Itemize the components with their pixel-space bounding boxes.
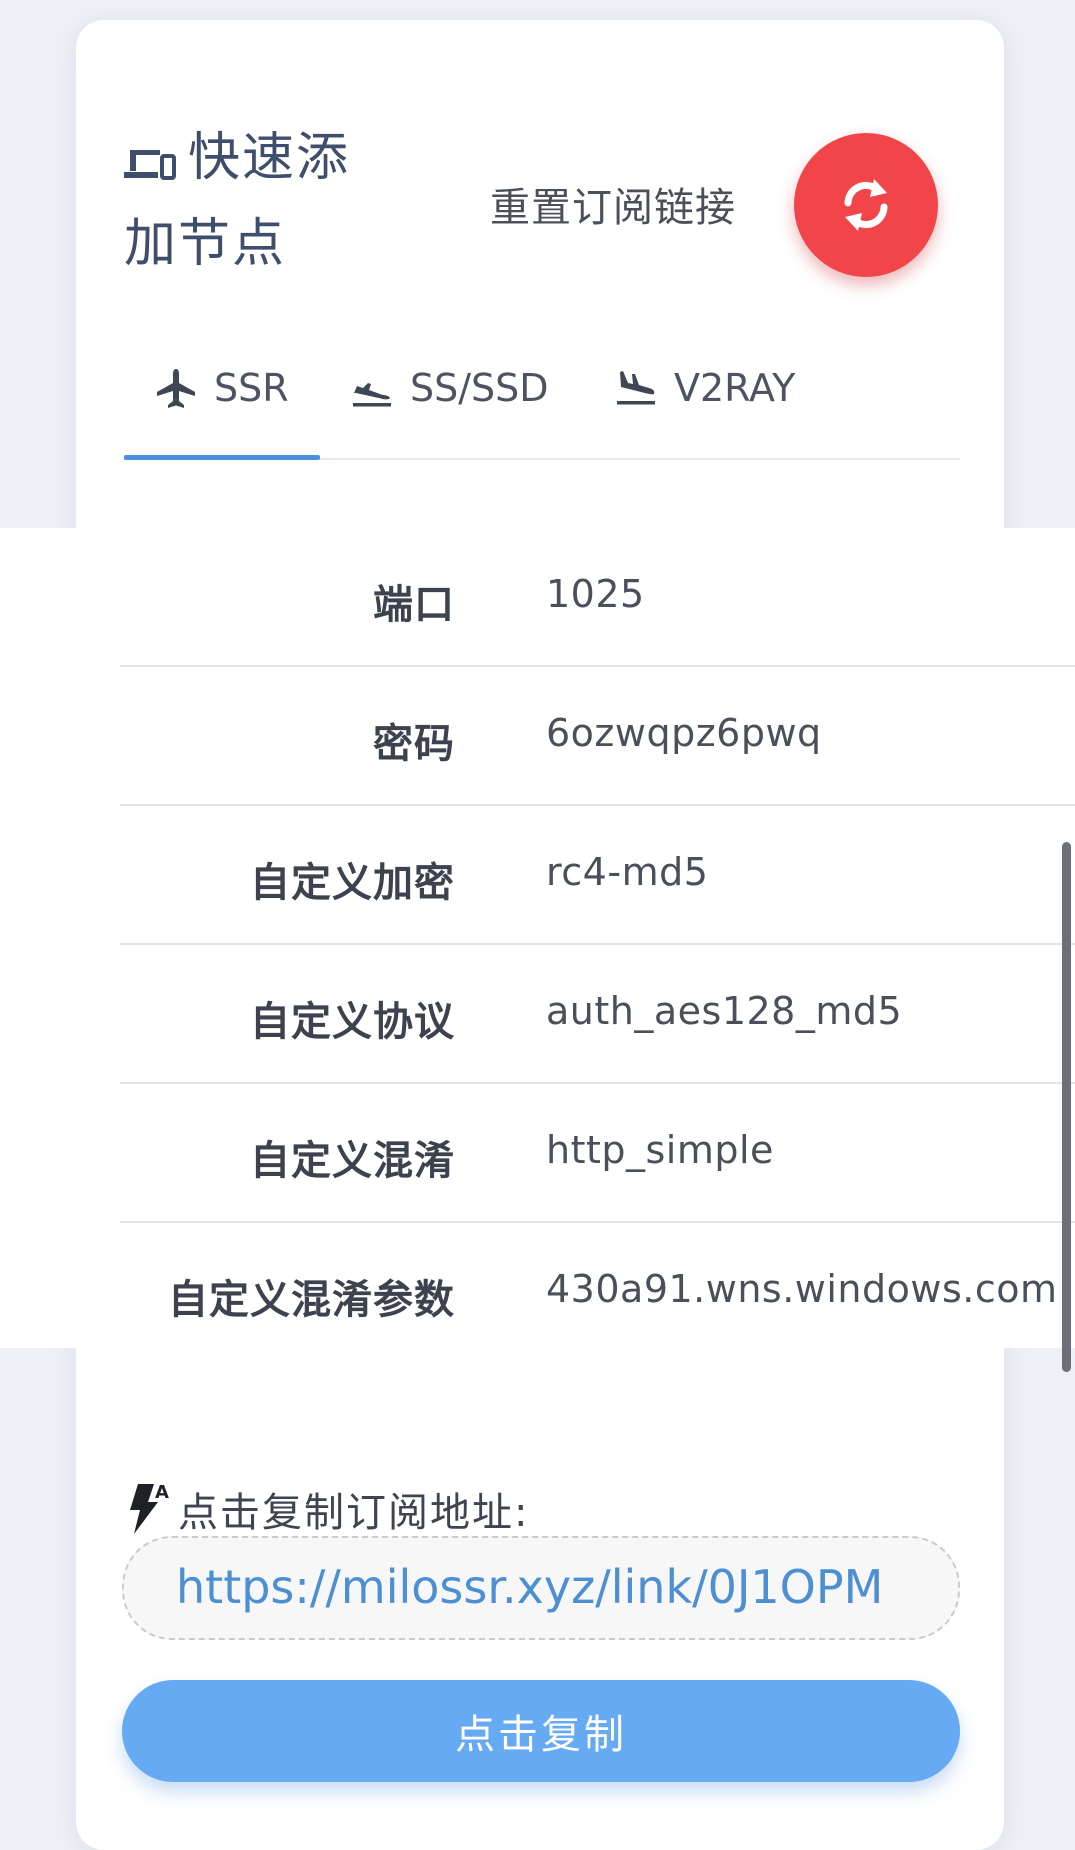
devices-icon	[124, 124, 176, 204]
copy-subscription-button[interactable]: 点击复制	[122, 1680, 960, 1782]
password-value: 6ozwqpz6pwq	[546, 711, 822, 755]
active-tab-indicator	[124, 455, 320, 460]
port-label: 端口	[373, 582, 455, 628]
subscription-url[interactable]: https://milossr.xyz/link/0J1OPM	[176, 1560, 911, 1614]
tab-ss-ssd-label: SS/SSD	[410, 366, 549, 410]
port-value: 1025	[546, 572, 645, 616]
subscription-label: A 点击复制订阅地址:	[124, 1480, 529, 1538]
obfs-label: 自定义混淆	[250, 1138, 455, 1184]
password-label: 密码	[373, 721, 455, 767]
tab-ss-ssd[interactable]: SS/SSD	[350, 366, 549, 410]
reset-subscription-button[interactable]	[794, 133, 938, 277]
protocol-value: auth_aes128_md5	[546, 989, 903, 1033]
tab-v2ray[interactable]: V2RAY	[614, 366, 795, 410]
scrollbar[interactable]	[1062, 842, 1071, 1372]
obfs-param-value: 430a91.wns.windows.com	[546, 1267, 1058, 1311]
config-row-encryption: 自定义加密 rc4-md5	[120, 806, 1075, 945]
config-row-protocol: 自定义协议 auth_aes128_md5	[120, 945, 1075, 1084]
encryption-value: rc4-md5	[546, 850, 709, 894]
subscription-url-field[interactable]: https://milossr.xyz/link/0J1OPM	[122, 1536, 960, 1640]
node-config-list: 端口 1025 密码 6ozwqpz6pwq 自定义加密 rc4-md5 自定义…	[120, 528, 1075, 1360]
tab-v2ray-label: V2RAY	[674, 366, 796, 410]
protocol-tabs: SSR SS/SSD V2RAY	[124, 350, 960, 460]
config-row-port: 端口 1025	[120, 528, 1075, 667]
page-title: 快速添加节点	[124, 118, 394, 284]
protocol-label: 自定义协议	[250, 999, 455, 1045]
subscription-label-text: 点击复制订阅地址:	[178, 1490, 530, 1536]
config-row-obfs-param: 自定义混淆参数 430a91.wns.windows.com	[120, 1223, 1075, 1360]
obfs-param-label: 自定义混淆参数	[168, 1277, 455, 1323]
airplane-icon	[157, 369, 195, 408]
tab-ssr[interactable]: SSR	[154, 366, 289, 410]
refresh-icon	[844, 179, 888, 231]
svg-text:A: A	[155, 1482, 171, 1503]
airplane-landing-icon	[617, 371, 655, 405]
airplane-departure-icon	[353, 383, 391, 407]
config-row-password: 密码 6ozwqpz6pwq	[120, 667, 1075, 806]
config-row-obfs: 自定义混淆 http_simple	[120, 1084, 1075, 1223]
reset-subscription-label: 重置订阅链接	[490, 185, 736, 231]
obfs-value: http_simple	[546, 1128, 774, 1172]
tab-ssr-label: SSR	[214, 366, 289, 410]
encryption-label: 自定义加密	[250, 860, 455, 906]
flash-auto-icon: A	[130, 1482, 171, 1534]
